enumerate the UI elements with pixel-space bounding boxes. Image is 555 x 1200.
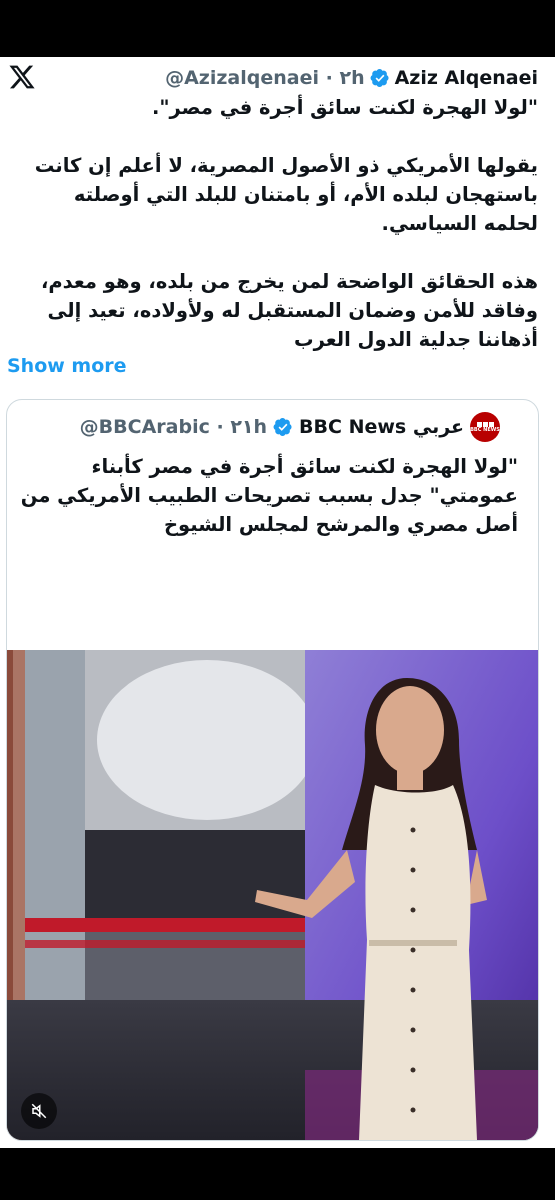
quoted-tweet-header: BBC NEWS BBC News عربي @BBCArabic · ٢١h xyxy=(80,412,500,442)
show-more-link[interactable]: Show more xyxy=(7,355,127,377)
bottom-bar xyxy=(0,1148,555,1200)
author-handle-time[interactable]: @Azizalqenaei · ٢h xyxy=(165,67,365,89)
tweet-paragraph: يقولها الأمريكي ذو الأصول المصرية، لا أع… xyxy=(34,154,538,235)
mute-button[interactable] xyxy=(21,1093,57,1129)
mute-icon xyxy=(31,1103,47,1119)
video-frame xyxy=(7,650,538,1140)
author-name[interactable]: Aziz Alqenaei xyxy=(395,67,538,89)
tweet-card[interactable]: Aziz Alqenaei @Azizalqenaei · ٢h "لولا ا… xyxy=(0,57,555,1148)
avatar-label: BBC NEWS xyxy=(470,426,500,433)
quoted-tweet[interactable]: BBC NEWS BBC News عربي @BBCArabic · ٢١h … xyxy=(6,399,539,1141)
quoted-author-handle-time[interactable]: @BBCArabic · ٢١h xyxy=(80,416,267,438)
status-bar xyxy=(0,0,555,57)
video-player[interactable] xyxy=(7,650,538,1140)
verified-badge-icon xyxy=(273,418,292,436)
tweet-header: Aziz Alqenaei @Azizalqenaei · ٢h xyxy=(165,63,538,93)
verified-badge-icon xyxy=(370,69,389,87)
quoted-tweet-text: "لولا الهجرة لكنت سائق أجرة في مصر كأبنا… xyxy=(20,455,518,536)
bbc-logo-icon xyxy=(476,421,494,427)
tweet-paragraph: "لولا الهجرة لكنت سائق أجرة في مصر". xyxy=(151,96,538,119)
quoted-author-name[interactable]: BBC News عربي xyxy=(299,416,464,438)
x-logo-icon[interactable] xyxy=(8,63,36,91)
tweet-paragraph: هذه الحقائق الواضحة لمن يخرج من بلده، وه… xyxy=(40,270,538,351)
avatar[interactable]: BBC NEWS xyxy=(470,412,500,442)
tweet-text: "لولا الهجرة لكنت سائق أجرة في مصر". يقو… xyxy=(18,93,538,354)
